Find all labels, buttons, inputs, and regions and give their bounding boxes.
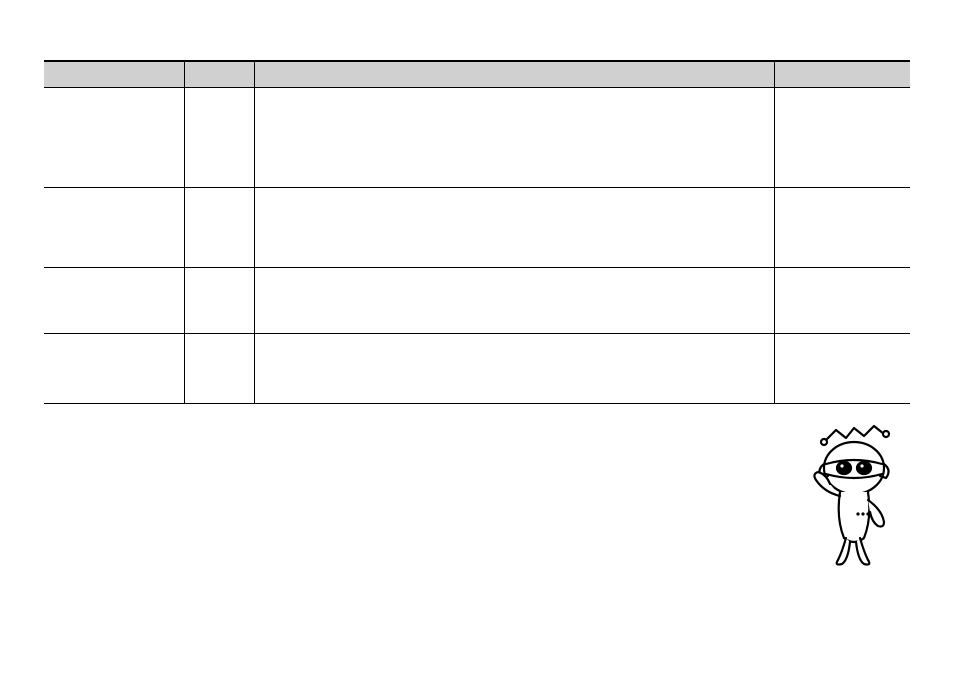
header-cell-2 [184,61,254,87]
table-row [44,267,910,333]
cell [184,187,254,267]
cell [184,267,254,333]
header-cell-3 [254,61,774,87]
cell [774,87,910,187]
cell [44,333,184,403]
table-header-row [44,61,910,87]
cell [44,267,184,333]
cell [184,87,254,187]
cell [254,333,774,403]
cell [254,187,774,267]
cell [774,333,910,403]
cell [774,267,910,333]
cell [44,187,184,267]
cell [774,187,910,267]
cell [44,87,184,187]
data-table [44,60,910,404]
table-row [44,333,910,403]
header-cell-4 [774,61,910,87]
mascot-illustration-icon [796,418,906,568]
table-row [44,87,910,187]
cell [254,267,774,333]
page-content [0,0,954,404]
table-row [44,187,910,267]
header-cell-1 [44,61,184,87]
cell [254,87,774,187]
cell [184,333,254,403]
